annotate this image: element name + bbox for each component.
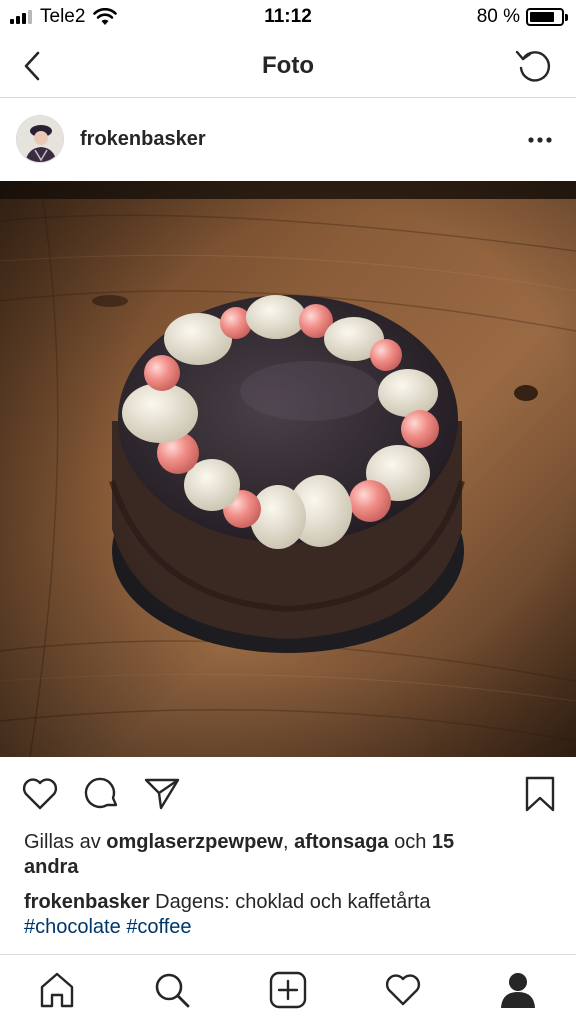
liker-link[interactable]: aftonsaga [294,831,388,853]
status-right: 80 % [476,6,568,28]
tab-home[interactable] [34,967,80,1013]
likes-middle: och [388,831,432,853]
nav-bar: Foto [0,34,576,98]
likes-text: Gillas av omglaserzpewpew, aftonsaga och… [24,830,544,880]
hashtag-link[interactable]: #chocolate [24,916,121,938]
caption-text: Dagens: choklad och kaffetårta [149,891,431,913]
profile-icon [501,973,535,1008]
caption-username[interactable]: frokenbasker [24,891,150,913]
tab-activity[interactable] [380,967,426,1013]
post-header: frokenbasker [0,99,576,181]
comment-icon [84,777,118,809]
post-actions [0,760,576,826]
cake-photo [0,181,576,757]
search-icon [155,973,190,1008]
tab-add[interactable] [265,967,311,1013]
post-caption: frokenbasker Dagens: choklad och kaffetå… [24,890,554,940]
home-icon [40,972,74,1008]
battery-percent: 80 % [476,6,520,27]
more-options-button[interactable] [522,125,558,155]
avatar-image [17,116,63,162]
tab-bar [0,954,576,1024]
heart-outline-icon [22,778,58,810]
add-icon [269,971,307,1009]
liker-link[interactable]: omglaserzpewpew [106,831,283,853]
more-horizontal-icon [528,137,552,143]
likes-prefix: Gillas av [24,831,107,853]
likes-separator: , [282,831,295,853]
hashtag-link[interactable]: #coffee [126,916,191,938]
avatar[interactable] [16,115,64,163]
like-button[interactable] [18,772,62,816]
refresh-button[interactable] [512,44,556,88]
post-photo[interactable] [0,181,576,757]
comment-button[interactable] [80,772,124,816]
battery-icon [526,8,568,26]
save-button[interactable] [518,772,562,816]
tab-profile[interactable] [495,967,541,1013]
refresh-icon [515,50,551,82]
status-bar: Tele2 11:12 80 % [0,0,576,34]
heart-icon [385,974,421,1006]
send-icon [144,778,180,810]
likes-count[interactable]: 15 [432,831,454,853]
likes-suffix[interactable]: andra [24,856,78,878]
share-button[interactable] [140,772,184,816]
tab-search[interactable] [149,967,195,1013]
post-username[interactable]: frokenbasker [80,128,206,151]
page-title: Foto [262,52,314,79]
bookmark-icon [525,776,555,812]
